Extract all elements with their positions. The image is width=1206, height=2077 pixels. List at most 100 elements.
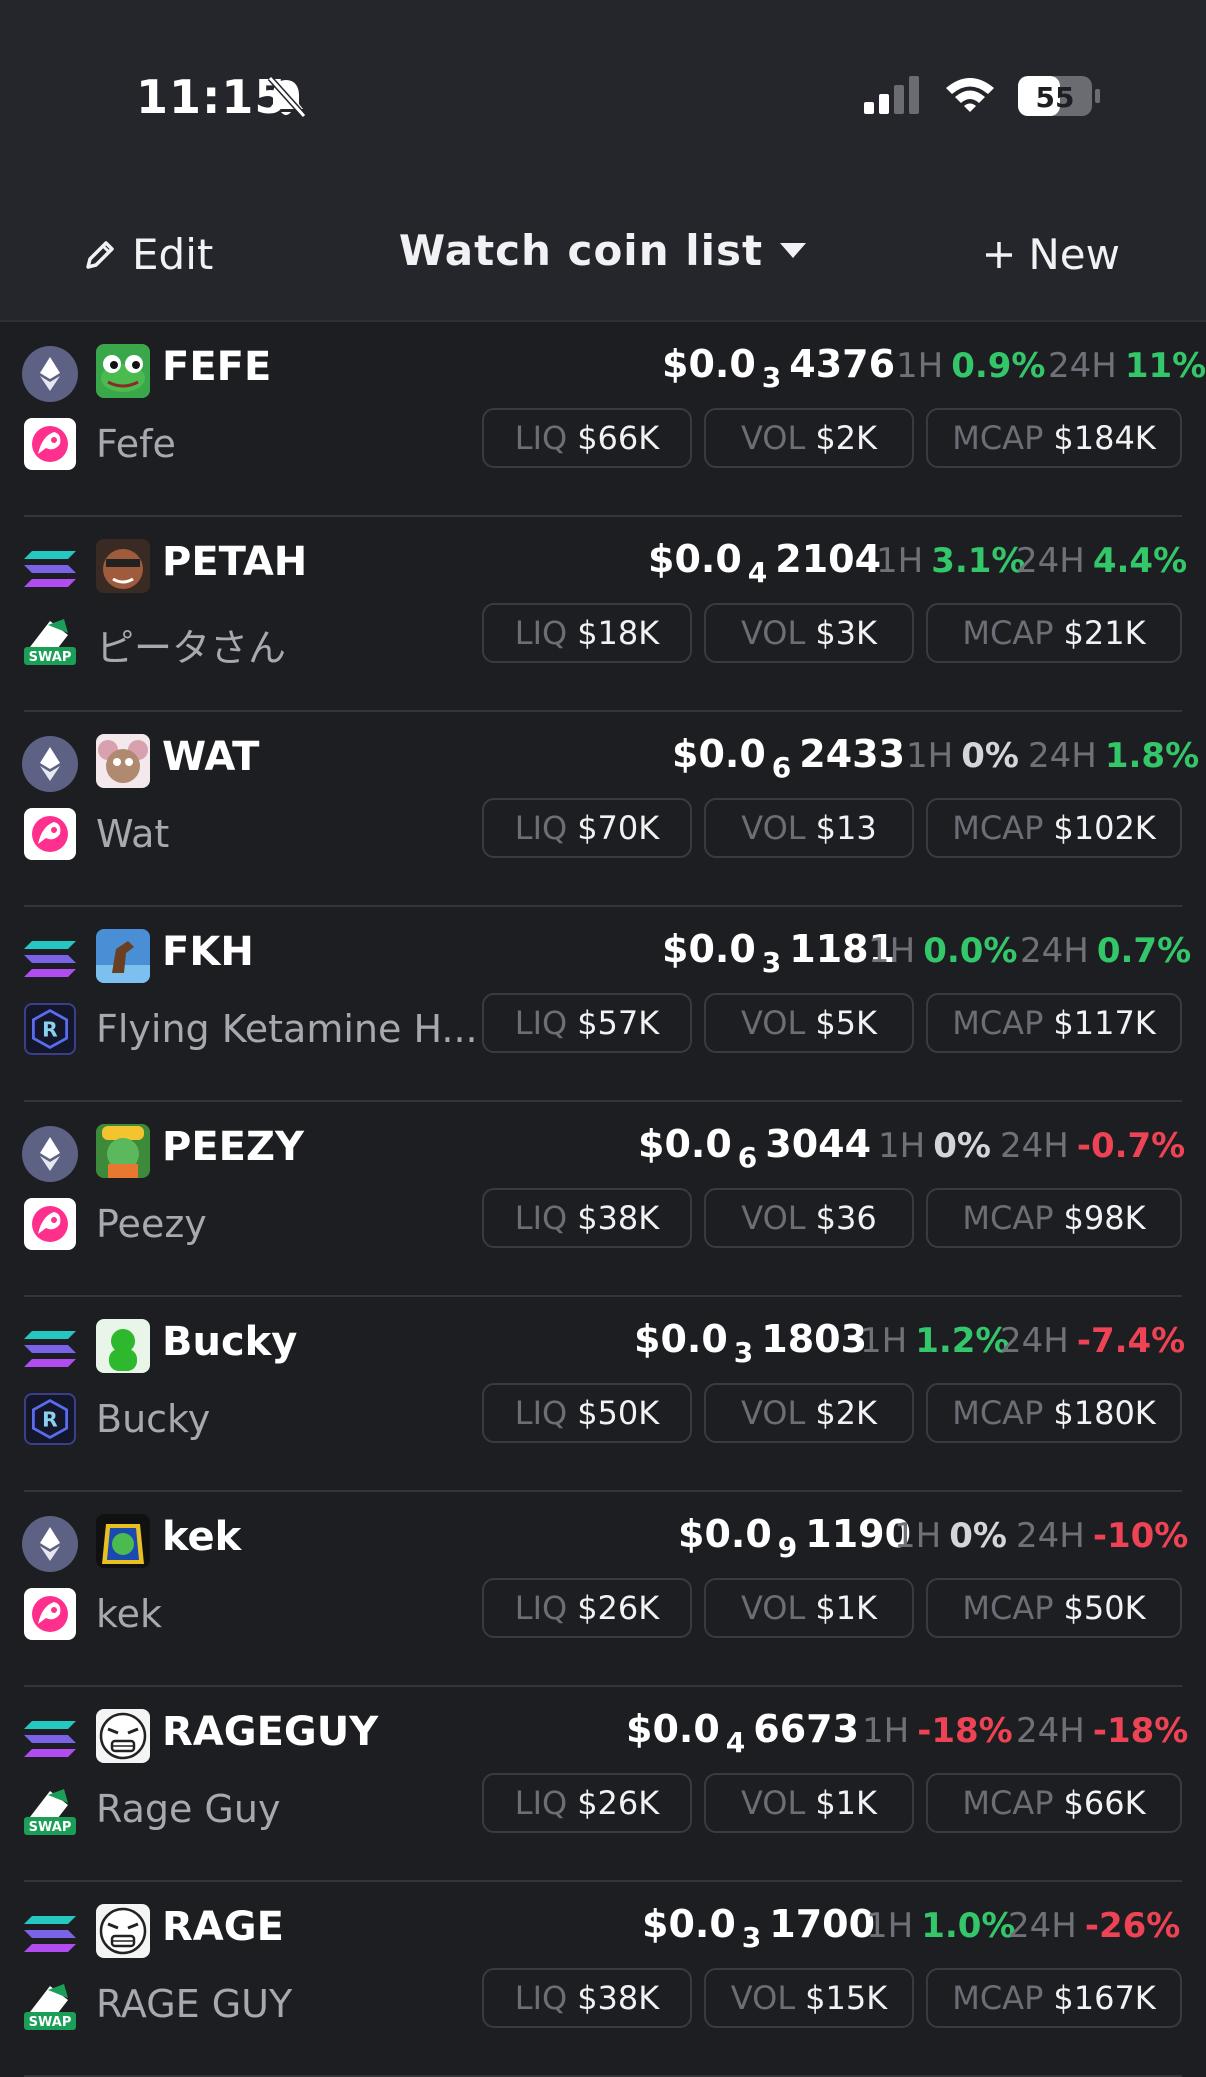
wifi-icon [946,78,994,112]
volume-pill-value: $15K [805,1979,888,2017]
liquidity-pill-value: $70K [577,809,660,847]
change-1h-label: 1H [868,931,916,971]
change-24h-label: 24H [1016,1711,1085,1751]
market-cap-pill-value: $184K [1053,419,1156,457]
price-zero-count: 4 [725,1726,746,1759]
price-zero-count: 9 [777,1531,798,1564]
token-name: Fefe [96,422,176,466]
liquidity-pill: LIQ $18K [482,603,692,663]
frog-hat-icon [102,1126,144,1178]
coin-row[interactable]: R Bucky Bucky $0.0 3 1803 1H 1.2% 24H -7.4% LIQ $50… [0,1297,1206,1492]
change-24h-value: 0.7% [1096,931,1192,971]
price-zero-count: 6 [737,1141,758,1174]
liquidity-pill-value: $66K [577,419,660,457]
token-symbol: RAGE [162,1904,284,1950]
price-zero-count: 3 [761,361,782,394]
price-prefix: $0.0 [642,1902,736,1946]
change-24h: 24H 11% [1048,346,1206,386]
coin-row[interactable]: SWAP RAGE RAGE GUY $0.0 3 1700 1H 1.0% 24H -26% LI… [0,1882,1206,2077]
solana-chain-badge [22,1321,78,1377]
price-prefix: $0.0 [648,537,742,581]
token-name: Wat [96,812,170,856]
liquidity-pill-label: LIQ [514,1589,568,1627]
new-label: New [1028,230,1120,279]
change-1h: 1H 1.0% [866,1906,1016,1946]
token-logo [96,1124,150,1178]
volume-pill-value: $3K [815,614,878,652]
change-24h: 24H 4.4% [1016,541,1187,581]
token-symbol: WAT [162,734,260,780]
change-24h-label: 24H [1008,1906,1077,1946]
liquidity-pill-value: $18K [577,614,660,652]
liquidity-pill: LIQ $26K [482,1578,692,1638]
coin-row[interactable]: PEEZY Peezy $0.0 6 3044 1H 0% 24H -0.7% LIQ $38K VO… [0,1102,1206,1297]
status-bar: 11:15 55 [0,0,1206,190]
coin-row[interactable]: SWAP PETAH ピータさん $0.0 4 2104 1H 3.1% 24H 4.4% LIQ $… [0,517,1206,712]
rage-face-icon [99,1907,147,1955]
price-prefix: $0.0 [626,1707,720,1751]
liquidity-pill-value: $38K [577,1199,660,1237]
change-24h-label: 24H [1048,346,1117,386]
coin-row[interactable]: kek kek $0.0 9 1190 1H 0% 24H -10% LIQ $26K VOL $1K M… [0,1492,1206,1687]
uniswap-dex-badge [24,1588,76,1640]
volume-pill: VOL $3K [704,603,914,663]
market-cap-pill-value: $50K [1063,1589,1146,1627]
token-symbol: FKH [162,929,254,975]
liquidity-pill-label: LIQ [514,1979,568,2017]
market-cap-pill-label: MCAP [952,419,1044,457]
token-logo [96,1319,150,1373]
change-1h-label: 1H [878,1126,926,1166]
volume-pill-value: $1K [815,1784,878,1822]
coin-row[interactable]: SWAP RAGEGUY Rage Guy $0.0 4 6673 1H -18% 24H -18… [0,1687,1206,1882]
liquidity-pill: LIQ $38K [482,1188,692,1248]
liquidity-pill: LIQ $66K [482,408,692,468]
ethereum-chain-badge [22,1516,78,1572]
market-cap-pill-value: $180K [1053,1394,1156,1432]
market-cap-pill-value: $98K [1063,1199,1146,1237]
new-list-button[interactable]: New [984,230,1120,279]
rage-face-icon [99,1712,147,1760]
token-price: $0.0 6 2433 [672,732,906,784]
price-zero-count: 4 [747,556,768,589]
change-1h: 1H 0% [894,1516,1007,1556]
price-digits: 2433 [799,732,906,776]
volume-pill: VOL $15K [704,1968,914,2028]
change-24h-label: 24H [1020,931,1089,971]
token-logo [96,344,150,398]
raydium-dex-badge: R [24,1393,76,1445]
change-1h-value: 1.0% [921,1906,1016,1946]
change-24h: 24H -18% [1016,1711,1188,1751]
coin-row[interactable]: WAT Wat $0.0 6 2433 1H 0% 24H 1.8% LIQ $70K VOL $13 M… [0,712,1206,907]
change-24h-value: -0.7% [1076,1126,1186,1166]
volume-pill: VOL $5K [704,993,914,1053]
liquidity-pill-label: LIQ [514,614,568,652]
change-1h: 1H 0.9% [896,346,1046,386]
liquidity-pill-label: LIQ [514,1394,568,1432]
change-1h: 1H 0% [878,1126,991,1166]
coin-row[interactable]: R FKH Flying Ketamine H... $0.0 3 1181 1H 0.0% 2… [0,907,1206,1102]
token-price: $0.0 3 4376 [662,342,895,394]
solana-chain-badge [22,1906,78,1962]
app-header: Edit Watch coin list New [0,190,1206,322]
liquidity-pill-value: $50K [577,1394,660,1432]
horse-icon [96,941,150,983]
change-24h: 24H -7.4% [1000,1321,1185,1361]
price-prefix: $0.0 [662,342,756,386]
coin-row[interactable]: FEFE Fefe $0.0 3 4376 1H 0.9% 24H 11% LIQ $66K VOL $… [0,322,1206,517]
solana-icon [24,551,76,587]
token-price: $0.0 9 1190 [678,1512,911,1564]
market-cap-pill: MCAP $21K [926,603,1182,663]
ethereum-icon [40,747,60,781]
market-cap-pill: MCAP $98K [926,1188,1182,1248]
solana-chain-badge [22,931,78,987]
price-digits: 6673 [753,1707,860,1751]
market-cap-pill: MCAP $50K [926,1578,1182,1638]
ethereum-chain-badge [22,346,78,402]
market-cap-pill: MCAP $66K [926,1773,1182,1833]
swap-icon: SWAP [24,619,76,665]
battery-icon: 55 [1018,76,1100,116]
change-1h-value: -18% [917,1711,1013,1751]
change-24h: 24H -26% [1008,1906,1180,1946]
price-digits: 3044 [765,1122,872,1166]
market-cap-pill-value: $167K [1053,1979,1156,2017]
